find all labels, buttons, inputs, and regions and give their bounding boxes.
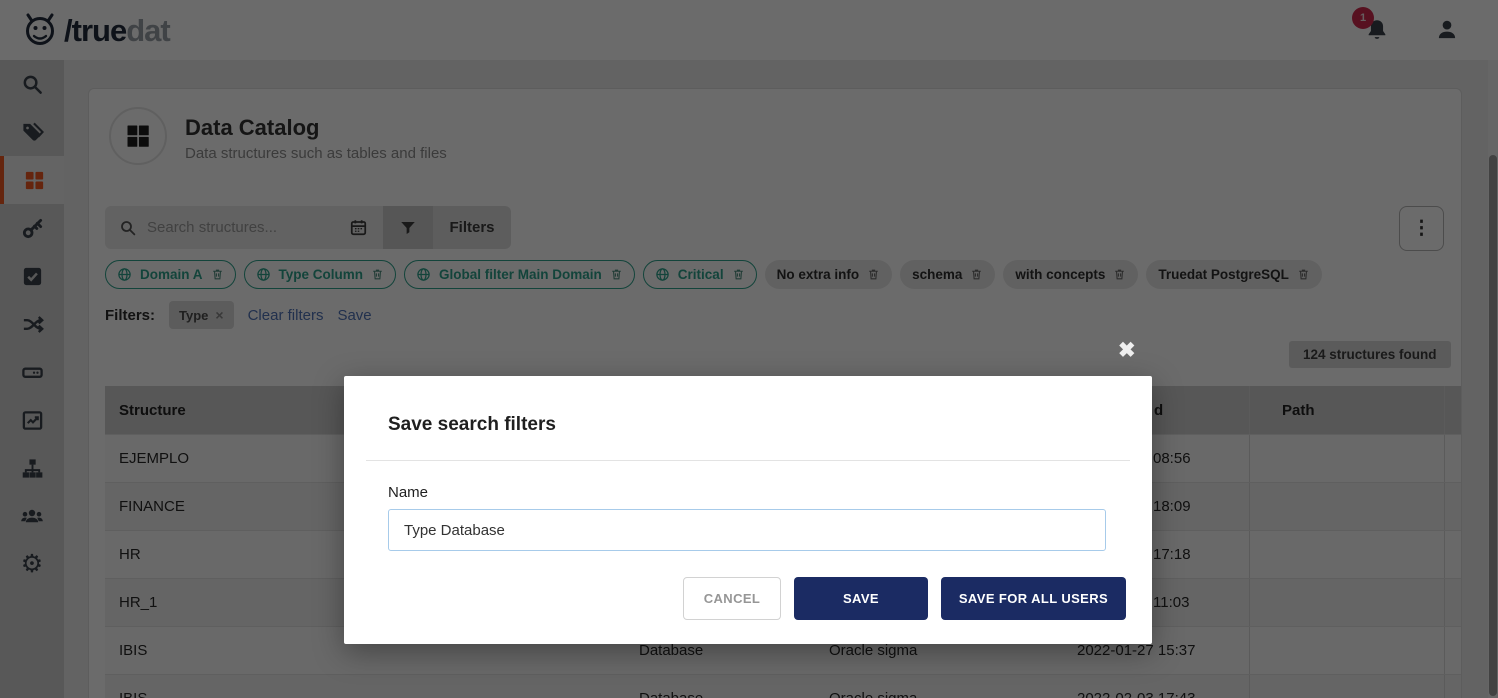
modal-title: Save search filters	[388, 414, 556, 436]
name-field[interactable]	[388, 509, 1106, 551]
modal-divider	[366, 460, 1130, 461]
close-icon[interactable]: ✖	[1118, 338, 1136, 363]
save-button[interactable]: SAVE	[794, 577, 928, 620]
modal-buttons: CANCEL SAVE SAVE FOR ALL USERS	[683, 577, 1126, 620]
save-search-filters-modal: Save search filters Name CANCEL SAVE SAV…	[344, 376, 1152, 644]
cancel-button[interactable]: CANCEL	[683, 577, 781, 620]
name-label: Name	[388, 484, 428, 501]
save-for-all-users-button[interactable]: SAVE FOR ALL USERS	[941, 577, 1126, 620]
